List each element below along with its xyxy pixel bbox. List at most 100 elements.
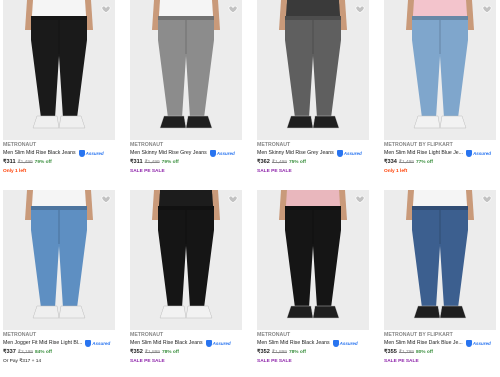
- pay-offer: Or Pay ₹317 + 14: [3, 359, 42, 364]
- product-brand: METRONAUT: [3, 332, 37, 338]
- product-title[interactable]: Men Slim Mid Rise Dark Blue Je...: [384, 339, 463, 348]
- title-row: Men Jogger Fit Mid Rise Light Bl... Assur…: [3, 339, 115, 348]
- product-grid: METRONAUT Men Slim Mid Rise Black Jeans As…: [0, 0, 500, 377]
- discount-percent: 75% off: [288, 160, 307, 165]
- product-card[interactable]: METRONAUT Men Skinny Mid Rise Grey Jeans A…: [130, 0, 242, 186]
- assured-shield-icon: [336, 150, 343, 157]
- product-card[interactable]: METRONAUT Men Slim Mid Rise Black Jeans As…: [130, 190, 242, 376]
- selling-price: ₹311: [3, 159, 16, 165]
- sale-badge: SALE PE SALE: [384, 359, 419, 364]
- sale-badge: SALE PE SALE: [257, 359, 292, 364]
- waistband: [412, 206, 468, 210]
- product-info: METRONAUT Men Slim Mid Rise Black Jeans As…: [257, 332, 369, 366]
- heart-icon[interactable]: [228, 4, 238, 14]
- right-shoe: [185, 305, 213, 319]
- heart-icon[interactable]: [355, 194, 365, 204]
- price-row: ₹311 ₹1,499 79% off: [3, 158, 115, 167]
- original-price: ₹2,199: [17, 350, 33, 355]
- product-info: METRONAUT Men Slim Mid Rise Black Jeans As…: [3, 142, 115, 176]
- price-row: ₹352 ₹1,899 78% off: [130, 348, 242, 357]
- right-shoe: [185, 115, 213, 129]
- selling-price: ₹337: [3, 349, 16, 355]
- product-image-container[interactable]: [3, 190, 115, 330]
- sale-badge: SALE PE SALE: [130, 169, 165, 174]
- product-info: METRONAUT By Flipkart Men Slim Mid Rise D…: [384, 332, 496, 366]
- product-image[interactable]: [130, 190, 242, 330]
- product-title[interactable]: Men Slim Mid Rise Light Blue Je...: [384, 149, 463, 158]
- product-image-container[interactable]: [384, 0, 496, 140]
- product-info: METRONAUT Men Slim Mid Rise Black Jeans As…: [130, 332, 242, 366]
- price-row: ₹334 ₹1,499 77% off: [384, 158, 496, 167]
- product-image-container[interactable]: [384, 190, 496, 330]
- product-brand: METRONAUT: [257, 332, 291, 338]
- title-row: Men Skinny Mid Rise Grey Jeans Assured: [130, 149, 242, 158]
- title-row: Men Slim Mid Rise Black Jeans Assured: [257, 339, 369, 348]
- product-card[interactable]: METRONAUT Men Skinny Mid Rise Grey Jeans A…: [257, 0, 369, 186]
- assured-label: Assured: [339, 341, 358, 346]
- assured-label: Assured: [92, 341, 111, 346]
- shirt: [31, 190, 87, 208]
- original-price: ₹1,499: [17, 160, 33, 165]
- left-shoe: [32, 305, 60, 319]
- product-title[interactable]: Men Slim Mid Rise Black Jeans: [257, 339, 330, 348]
- right-shoe: [312, 115, 340, 129]
- shirt: [285, 190, 341, 208]
- product-image[interactable]: [257, 0, 369, 140]
- product-card[interactable]: METRONAUT Men Jogger Fit Mid Rise Light B…: [3, 190, 115, 376]
- shirt: [31, 0, 87, 18]
- selling-price: ₹355: [384, 349, 397, 355]
- product-title[interactable]: Men Skinny Mid Rise Grey Jeans: [130, 149, 207, 158]
- assured-label: Assured: [472, 341, 491, 346]
- assured-label: Assured: [212, 341, 231, 346]
- price-row: ₹311 ₹1,499 79% off: [130, 158, 242, 167]
- price-row: ₹352 ₹1,899 78% off: [257, 348, 369, 357]
- heart-icon[interactable]: [482, 4, 492, 14]
- assured-shield-icon: [85, 340, 92, 347]
- product-card[interactable]: METRONAUT By Flipkart Men Slim Mid Rise D…: [384, 190, 496, 376]
- waistband: [412, 16, 468, 20]
- product-image-container[interactable]: [3, 0, 115, 140]
- assured-label: Assured: [85, 151, 104, 156]
- product-card[interactable]: METRONAUT Men Slim Mid Rise Black Jeans As…: [257, 190, 369, 376]
- original-price: ₹1,499: [144, 160, 160, 165]
- product-image[interactable]: [384, 0, 496, 140]
- original-price: ₹1,799: [398, 350, 414, 355]
- assured-badge: Assured: [332, 340, 358, 347]
- heart-icon[interactable]: [101, 194, 111, 204]
- title-row: Men Slim Mid Rise Light Blue Je... Assure…: [384, 149, 496, 158]
- product-image-container[interactable]: [130, 190, 242, 330]
- product-title[interactable]: Men Slim Mid Rise Black Jeans: [3, 149, 76, 158]
- waistband: [285, 206, 341, 210]
- left-shoe: [159, 305, 187, 319]
- product-image[interactable]: [3, 0, 115, 140]
- heart-icon[interactable]: [355, 4, 365, 14]
- shirt: [412, 0, 468, 18]
- assured-shield-icon: [332, 340, 339, 347]
- product-card[interactable]: METRONAUT Men Slim Mid Rise Black Jeans As…: [3, 0, 115, 186]
- discount-percent: 78% off: [161, 350, 180, 355]
- product-image[interactable]: [3, 190, 115, 330]
- waistband: [31, 16, 87, 20]
- product-image-container[interactable]: [257, 190, 369, 330]
- product-title[interactable]: Men Skinny Mid Rise Grey Jeans: [257, 149, 334, 158]
- discount-percent: 78% off: [288, 350, 307, 355]
- product-image[interactable]: [257, 190, 369, 330]
- selling-price: ₹311: [130, 159, 143, 165]
- product-image[interactable]: [384, 190, 496, 330]
- product-image[interactable]: [130, 0, 242, 140]
- product-image-container[interactable]: [257, 0, 369, 140]
- product-card[interactable]: METRONAUT By Flipkart Men Slim Mid Rise L…: [384, 0, 496, 186]
- waistband: [31, 206, 87, 210]
- original-price: ₹1,899: [271, 350, 287, 355]
- shirt: [412, 190, 468, 208]
- left-shoe: [32, 115, 60, 129]
- product-image-container[interactable]: [130, 0, 242, 140]
- heart-icon[interactable]: [101, 4, 111, 14]
- product-title[interactable]: Men Jogger Fit Mid Rise Light Bl...: [3, 339, 82, 348]
- product-title[interactable]: Men Slim Mid Rise Black Jeans: [130, 339, 203, 348]
- heart-icon[interactable]: [228, 194, 238, 204]
- waistband: [158, 16, 214, 20]
- left-shoe: [286, 305, 314, 319]
- heart-icon[interactable]: [482, 194, 492, 204]
- product-info: METRONAUT Men Jogger Fit Mid Rise Light B…: [3, 332, 115, 366]
